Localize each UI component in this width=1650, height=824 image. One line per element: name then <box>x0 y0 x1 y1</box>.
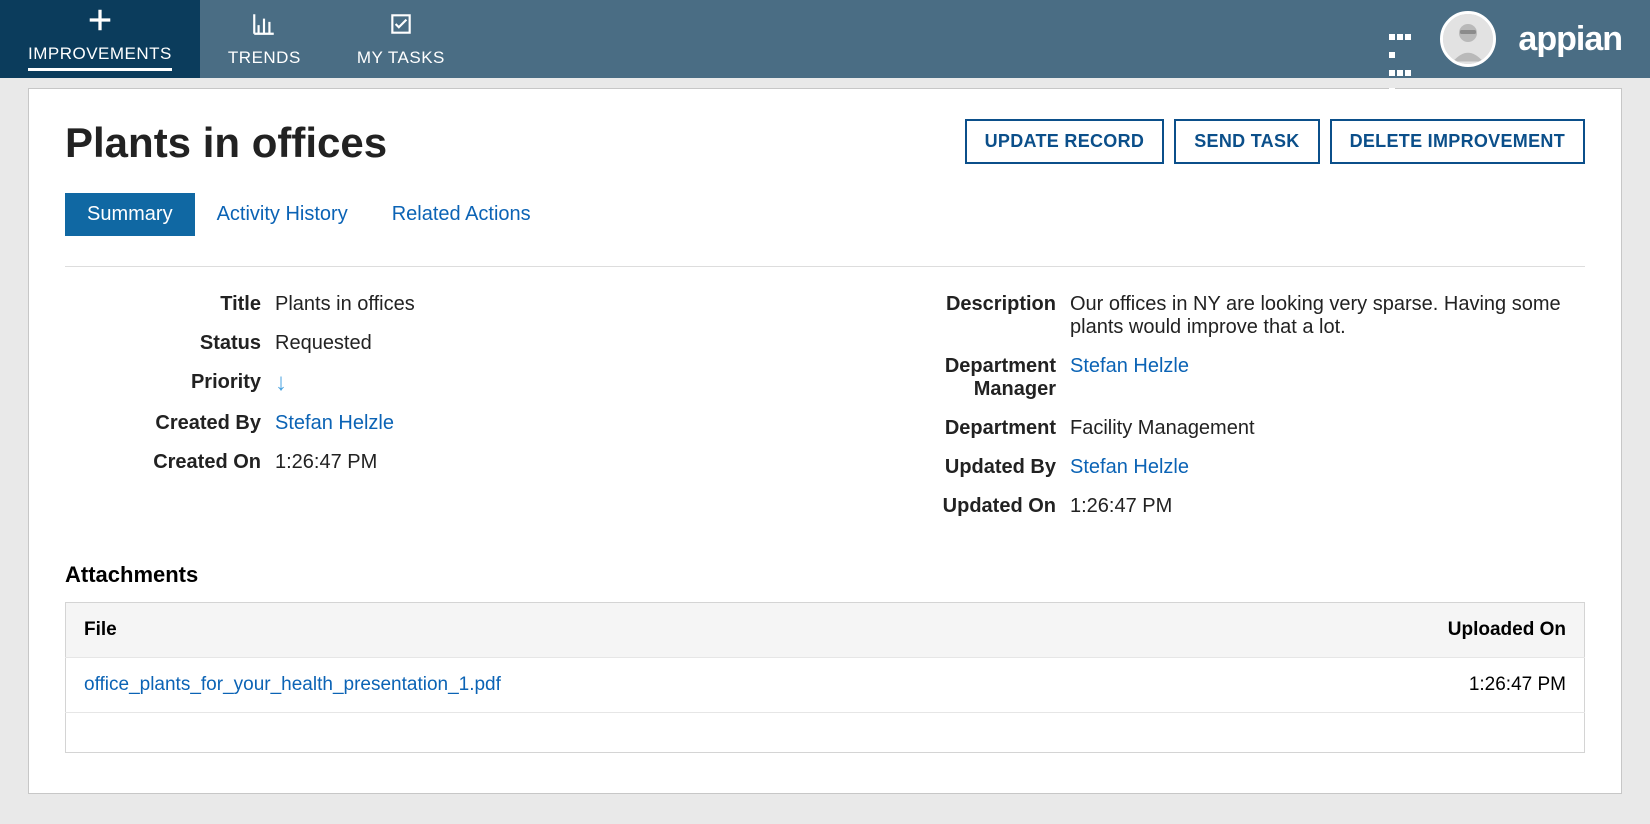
plus-icon <box>87 7 113 38</box>
nav-item-trends[interactable]: TRENDS <box>200 0 329 78</box>
table-header-row: File Uploaded On <box>66 603 1585 658</box>
record-fields: Title Plants in offices Status Requested… <box>65 293 1585 534</box>
field-value: 1:26:47 PM <box>275 451 790 474</box>
field-priority: Priority ↓ <box>65 371 790 396</box>
attachments-table: File Uploaded On office_plants_for_your_… <box>65 602 1585 753</box>
created-by-link[interactable]: Stefan Helzle <box>275 412 790 435</box>
field-label: Department Manager <box>860 355 1070 401</box>
updated-by-link[interactable]: Stefan Helzle <box>1070 456 1585 479</box>
field-value: Our offices in NY are looking very spars… <box>1070 293 1585 339</box>
divider <box>65 266 1585 267</box>
nav-label: IMPROVEMENTS <box>28 44 172 64</box>
tab-activity-history[interactable]: Activity History <box>195 193 370 236</box>
record-header-row: Plants in offices UPDATE RECORD SEND TAS… <box>65 119 1585 167</box>
brand-logo: appian <box>1518 20 1622 59</box>
field-department: Department Facility Management <box>860 417 1585 440</box>
update-record-button[interactable]: UPDATE RECORD <box>965 119 1165 164</box>
delete-improvement-button[interactable]: DELETE IMPROVEMENT <box>1330 119 1585 164</box>
check-box-icon <box>388 11 414 42</box>
nav-item-improvements[interactable]: IMPROVEMENTS <box>0 0 200 78</box>
field-updated-on: Updated On 1:26:47 PM <box>860 495 1585 518</box>
fields-right-column: Description Our offices in NY are lookin… <box>860 293 1585 534</box>
action-buttons: UPDATE RECORD SEND TASK DELETE IMPROVEME… <box>965 119 1585 164</box>
table-empty-row <box>66 713 1585 753</box>
bar-chart-icon <box>251 11 277 42</box>
field-created-by: Created By Stefan Helzle <box>65 412 790 435</box>
field-department-manager: Department Manager Stefan Helzle <box>860 355 1585 401</box>
field-label: Created On <box>65 451 275 474</box>
field-value: 1:26:47 PM <box>1070 495 1585 518</box>
tab-related-actions[interactable]: Related Actions <box>370 193 553 236</box>
col-file: File <box>66 603 1199 658</box>
user-avatar[interactable] <box>1440 11 1496 67</box>
field-label: Description <box>860 293 1070 316</box>
field-value: Requested <box>275 332 790 355</box>
field-updated-by: Updated By Stefan Helzle <box>860 456 1585 479</box>
field-label: Priority <box>65 371 275 394</box>
nav-label: MY TASKS <box>357 48 445 68</box>
apps-grid-icon[interactable] <box>1388 28 1418 50</box>
field-label: Department <box>860 417 1070 440</box>
field-value: Plants in offices <box>275 293 790 316</box>
arrow-down-icon: ↓ <box>275 369 287 396</box>
attachment-file-link[interactable]: office_plants_for_your_health_presentati… <box>66 658 1199 713</box>
field-status: Status Requested <box>65 332 790 355</box>
field-label: Updated By <box>860 456 1070 479</box>
field-description: Description Our offices in NY are lookin… <box>860 293 1585 339</box>
field-label: Title <box>65 293 275 316</box>
fields-left-column: Title Plants in offices Status Requested… <box>65 293 790 534</box>
field-value: ↓ <box>275 371 790 396</box>
top-navbar: IMPROVEMENTS TRENDS MY TASKS <box>0 0 1650 78</box>
tab-summary[interactable]: Summary <box>65 193 195 236</box>
attachment-uploaded-on: 1:26:47 PM <box>1198 658 1585 713</box>
field-value: Facility Management <box>1070 417 1585 440</box>
nav-label: TRENDS <box>228 48 301 68</box>
department-manager-link[interactable]: Stefan Helzle <box>1070 355 1585 378</box>
page-title: Plants in offices <box>65 119 387 167</box>
attachments-heading: Attachments <box>65 562 1585 588</box>
field-title: Title Plants in offices <box>65 293 790 316</box>
field-label: Created By <box>65 412 275 435</box>
field-created-on: Created On 1:26:47 PM <box>65 451 790 474</box>
table-row: office_plants_for_your_health_presentati… <box>66 658 1585 713</box>
field-label: Updated On <box>860 495 1070 518</box>
record-tabs: Summary Activity History Related Actions <box>65 193 1585 236</box>
nav-item-my-tasks[interactable]: MY TASKS <box>329 0 473 78</box>
send-task-button[interactable]: SEND TASK <box>1174 119 1319 164</box>
topbar-right: appian <box>1388 0 1650 78</box>
field-label: Status <box>65 332 275 355</box>
col-uploaded-on: Uploaded On <box>1198 603 1585 658</box>
page-wrap: Plants in offices UPDATE RECORD SEND TAS… <box>0 78 1650 824</box>
nav-active-underline <box>28 68 172 71</box>
record-card: Plants in offices UPDATE RECORD SEND TAS… <box>28 88 1622 794</box>
nav-items: IMPROVEMENTS TRENDS MY TASKS <box>0 0 473 78</box>
